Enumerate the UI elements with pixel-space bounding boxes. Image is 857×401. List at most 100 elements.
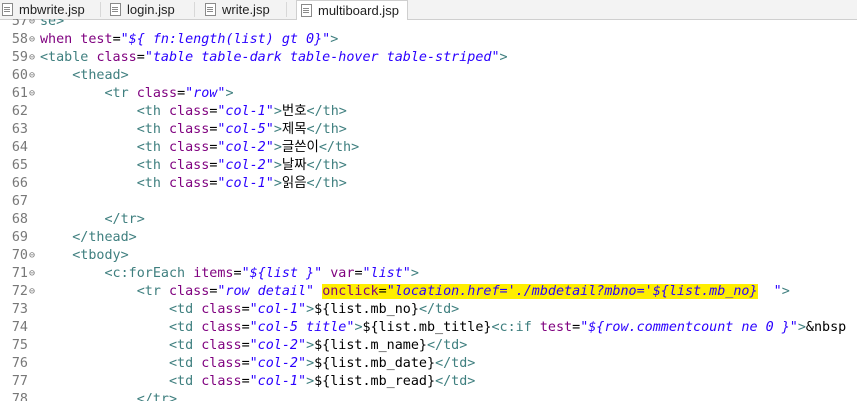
code-line[interactable]: 60 ⊖ <thead> (0, 67, 857, 85)
fold-toggle-icon[interactable]: ⊖ (29, 31, 35, 49)
code-line[interactable]: 65 <th class="col-2">날짜</th> (0, 157, 857, 175)
code-token: ${list.mb_read} (314, 374, 436, 389)
jsp-file-icon (2, 2, 13, 16)
code-line[interactable]: 64 <th class="col-2">글쓴이</th> (0, 139, 857, 157)
code-token: > (410, 266, 419, 281)
code-line[interactable]: 66 <th class="col-1">읽음</th> (0, 175, 857, 193)
code-token: "col-1" (249, 374, 307, 389)
code-text: <tbody> (40, 247, 128, 265)
code-line[interactable]: 62 <th class="col-1">번호</th> (0, 103, 857, 121)
code-token: class (169, 122, 210, 137)
line-number: 57 (11, 19, 28, 29)
code-line[interactable]: 63 <th class="col-5">제목</th> (0, 121, 857, 139)
code-token: class (169, 104, 210, 119)
fold-toggle-icon[interactable]: ⊖ (29, 85, 35, 103)
code-token: = (136, 50, 145, 65)
code-text: <th class="col-2">날짜</th> (40, 157, 347, 175)
line-number: 58 (11, 32, 28, 47)
code-token: = (233, 266, 242, 281)
code-token: &nbsp (805, 320, 847, 335)
code-token: </th> (306, 104, 347, 119)
code-line[interactable]: 73 <td class="col-1">${list.mb_no}</td> (0, 301, 857, 319)
code-line[interactable]: 61 ⊖ <tr class="row"> (0, 85, 857, 103)
tab-label: write.jsp (222, 1, 270, 17)
code-token: > (306, 374, 315, 389)
code-line[interactable]: 75 <td class="col-2">${list.m_name}</td> (0, 337, 857, 355)
code-line[interactable]: 67 (0, 193, 857, 211)
code-token: <thead> (72, 68, 129, 83)
code-token: test (539, 320, 573, 335)
code-line[interactable]: 78 </tr> (0, 391, 857, 401)
code-token: > (273, 158, 282, 173)
line-number: 59 (11, 50, 28, 65)
tab-label: login.jsp (127, 1, 175, 17)
code-token: "${row.commentcount ne 0 }" (580, 320, 798, 335)
code-text: <th class="col-1">번호</th> (40, 103, 347, 121)
code-token: "list" (362, 266, 411, 281)
code-token: class (136, 86, 178, 101)
code-token: > (330, 32, 339, 47)
code-text: </tr> (40, 391, 177, 401)
tab-write[interactable]: write.jsp (205, 0, 270, 18)
code-line[interactable]: 70 ⊖ <tbody> (0, 247, 857, 265)
code-line[interactable]: 72 ⊖ <tr class="row detail" onclick="loca… (0, 283, 857, 301)
code-token: <td (169, 302, 202, 317)
code-token: = (572, 320, 581, 335)
fold-toggle-icon[interactable]: ⊖ (29, 19, 35, 31)
code-line[interactable]: 68 </tr> (0, 211, 857, 229)
code-token: </td> (435, 356, 476, 371)
code-token: = (354, 266, 363, 281)
line-number: 64 (11, 140, 28, 155)
code-token: "col-2" (249, 356, 307, 371)
tab-multiboard[interactable]: multiboard.jsp (296, 0, 408, 20)
fold-toggle-icon[interactable]: ⊖ (29, 265, 35, 283)
code-token: </th> (306, 176, 347, 191)
tab-mbwrite[interactable]: mbwrite.jsp (2, 0, 85, 18)
code-token: class (201, 374, 242, 389)
code-token: ${list.mb_title} (362, 320, 492, 335)
code-token: class (201, 302, 242, 317)
code-line[interactable]: 77 <td class="col-1">${list.mb_read}</td… (0, 373, 857, 391)
code-token: "location.href='./mbdetail?mbno='${list.… (386, 284, 758, 299)
code-line[interactable]: 69 </thead> (0, 229, 857, 247)
code-editor[interactable]: 57 ⊖ se> 58 ⊖ when test="${ fn:length(list) g… (0, 19, 857, 401)
code-token: "col-1" (217, 176, 274, 191)
tab-login[interactable]: login.jsp (110, 0, 175, 18)
line-number: 72 (11, 284, 28, 299)
fold-toggle-icon[interactable]: ⊖ (29, 247, 35, 265)
fold-toggle-icon[interactable]: ⊖ (29, 67, 35, 85)
code-token: > (781, 284, 790, 299)
code-token: <th (136, 104, 169, 119)
code-line[interactable]: 71 ⊖ <c:forEach items="${list }" var="lis… (0, 265, 857, 283)
code-text: when test="${ fn:length(list) gt 0}"> (40, 31, 338, 49)
code-token: "col-1" (217, 104, 274, 119)
code-token: </tr> (136, 392, 178, 401)
code-line[interactable]: 59 ⊖ <table class="table table-dark table-… (0, 49, 857, 67)
code-token: > (273, 140, 282, 155)
fold-toggle-icon[interactable]: ⊖ (29, 49, 35, 67)
tab-separator (194, 2, 195, 17)
fold-toggle-icon[interactable]: ⊖ (29, 283, 35, 301)
code-token: "${ fn:length(list) gt 0}" (120, 32, 331, 47)
code-token: <th (136, 176, 169, 191)
line-number: 60 (11, 68, 28, 83)
code-token: = (177, 86, 186, 101)
code-token: <tr (104, 86, 137, 101)
code-line[interactable]: 76 <td class="col-2">${list.mb_date}</td… (0, 355, 857, 373)
code-token: "${list }" (241, 266, 323, 281)
line-number: 70 (11, 248, 28, 263)
line-number: 77 (11, 374, 28, 389)
code-line[interactable]: 57 ⊖ se> (0, 19, 857, 31)
code-line[interactable]: 58 ⊖ when test="${ fn:length(list) gt 0}"> (0, 31, 857, 49)
code-line[interactable]: 74 <td class="col-5 title">${list.mb_tit… (0, 319, 857, 337)
code-token: > (499, 50, 508, 65)
code-token: > (306, 356, 315, 371)
